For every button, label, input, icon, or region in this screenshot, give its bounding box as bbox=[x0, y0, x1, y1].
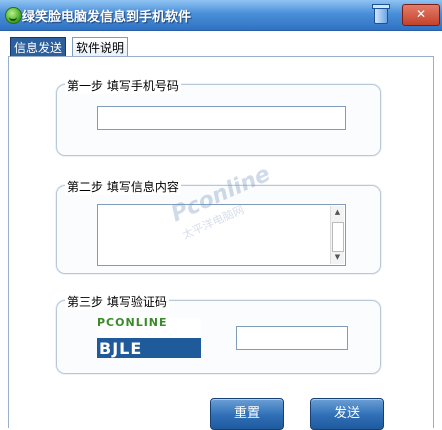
scroll-down-icon[interactable]: ▼ bbox=[331, 251, 344, 264]
scroll-up-icon[interactable]: ▲ bbox=[331, 206, 344, 219]
recycle-bin-icon[interactable] bbox=[372, 4, 390, 24]
reset-button[interactable]: 重置 bbox=[210, 398, 284, 430]
captcha-input[interactable] bbox=[236, 326, 348, 350]
message-content-textarea[interactable]: ▲ ▼ bbox=[97, 204, 346, 266]
send-button[interactable]: 发送 bbox=[310, 398, 384, 430]
captcha-image[interactable]: PCONLINE BJLE bbox=[97, 318, 201, 358]
window-title: 绿笑脸电脑发信息到手机软件 bbox=[22, 10, 192, 25]
step3-label: 第三步 填写验证码 bbox=[65, 293, 169, 310]
close-button[interactable]: ✕ bbox=[402, 4, 440, 26]
phone-number-input[interactable] bbox=[97, 106, 346, 130]
scroll-thumb[interactable] bbox=[332, 222, 344, 252]
window-titlebar: 绿笑脸电脑发信息到手机软件 ✕ bbox=[0, 0, 442, 31]
step1-label: 第一步 填写手机号码 bbox=[65, 77, 181, 94]
smiley-icon bbox=[5, 7, 22, 24]
step2-label: 第二步 填写信息内容 bbox=[65, 178, 181, 195]
captcha-top-text: PCONLINE bbox=[97, 318, 168, 329]
message-scrollbar[interactable]: ▲ ▼ bbox=[330, 206, 344, 264]
captcha-bottom-text: BJLE bbox=[97, 338, 201, 358]
